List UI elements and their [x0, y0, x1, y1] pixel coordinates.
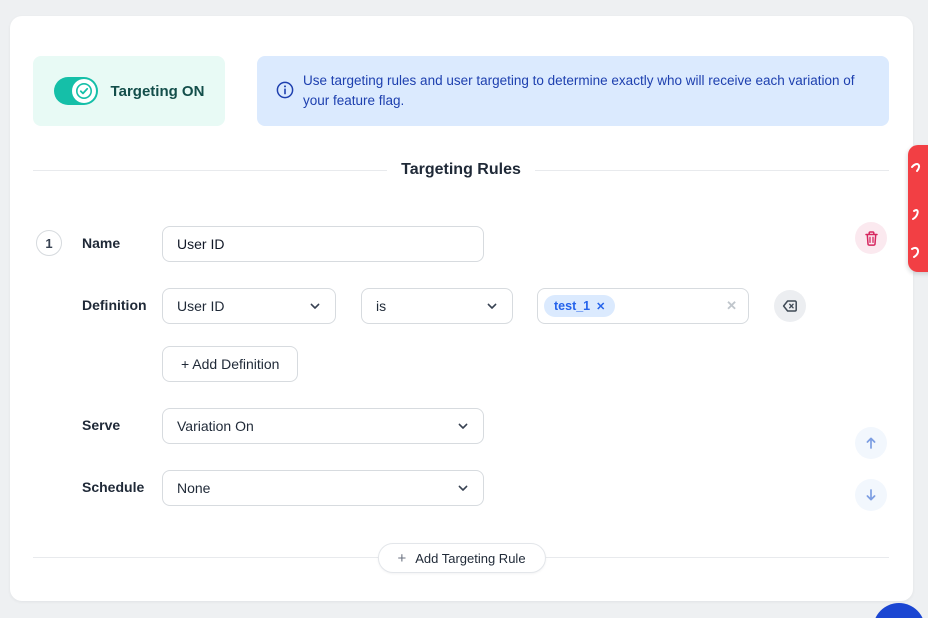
serve-select-value: Variation On: [177, 418, 254, 434]
schedule-select[interactable]: None: [162, 470, 484, 506]
chip-remove-icon[interactable]: ✕: [596, 300, 605, 313]
chat-widget-button[interactable]: [873, 603, 925, 618]
chevron-down-icon: [308, 299, 322, 313]
attribute-select-value: User ID: [177, 298, 224, 314]
arrow-up-icon: [863, 435, 879, 451]
schedule-label: Schedule: [82, 479, 144, 495]
serve-label: Serve: [82, 417, 120, 433]
operator-select-value: is: [376, 298, 386, 314]
arrow-down-icon: [863, 487, 879, 503]
clear-values-icon[interactable]: ✕: [726, 298, 737, 314]
info-icon: [276, 81, 294, 99]
page: Targeting ON Use targeting rules and use…: [0, 0, 928, 618]
chevron-down-icon: [485, 299, 499, 313]
value-chip-label: test_1: [554, 299, 590, 313]
remove-definition-button[interactable]: [774, 290, 806, 322]
targeting-card: Targeting ON Use targeting rules and use…: [10, 16, 913, 601]
values-tag-input[interactable]: test_1 ✕ ✕: [537, 288, 749, 324]
divider: [33, 170, 387, 171]
script-text-icon: [908, 145, 928, 272]
info-banner-text: Use targeting rules and user targeting t…: [303, 71, 871, 111]
rule-number-badge: 1: [36, 230, 62, 256]
move-rule-down-button[interactable]: [855, 479, 887, 511]
info-banner: Use targeting rules and user targeting t…: [257, 56, 889, 126]
targeting-toggle-label: Targeting ON: [111, 83, 205, 100]
plus-icon: +: [397, 550, 406, 567]
chevron-down-icon: [456, 419, 470, 433]
add-targeting-rule-label: Add Targeting Rule: [415, 551, 525, 566]
check-circle-icon: [75, 82, 93, 100]
add-targeting-rule-button[interactable]: + Add Targeting Rule: [377, 543, 545, 573]
serve-select[interactable]: Variation On: [162, 408, 484, 444]
attribute-select[interactable]: User ID: [162, 288, 336, 324]
feedback-side-tab[interactable]: [908, 145, 928, 272]
move-rule-up-button[interactable]: [855, 427, 887, 459]
delete-rule-button[interactable]: [855, 222, 887, 254]
trash-icon: [863, 230, 880, 247]
divider: [535, 170, 889, 171]
toggle-knob: [72, 79, 96, 103]
section-heading: Targeting Rules: [33, 161, 889, 179]
name-label: Name: [82, 235, 120, 251]
backspace-icon: [781, 297, 799, 315]
targeting-toggle[interactable]: [54, 77, 98, 105]
rule-name-input[interactable]: [162, 226, 484, 262]
definition-label: Definition: [82, 297, 147, 313]
value-chip: test_1 ✕: [544, 295, 615, 317]
targeting-toggle-box: Targeting ON: [33, 56, 225, 126]
schedule-select-value: None: [177, 480, 210, 496]
section-title: Targeting Rules: [401, 161, 521, 179]
chevron-down-icon: [456, 481, 470, 495]
add-definition-button[interactable]: + Add Definition: [162, 346, 298, 382]
operator-select[interactable]: is: [361, 288, 513, 324]
